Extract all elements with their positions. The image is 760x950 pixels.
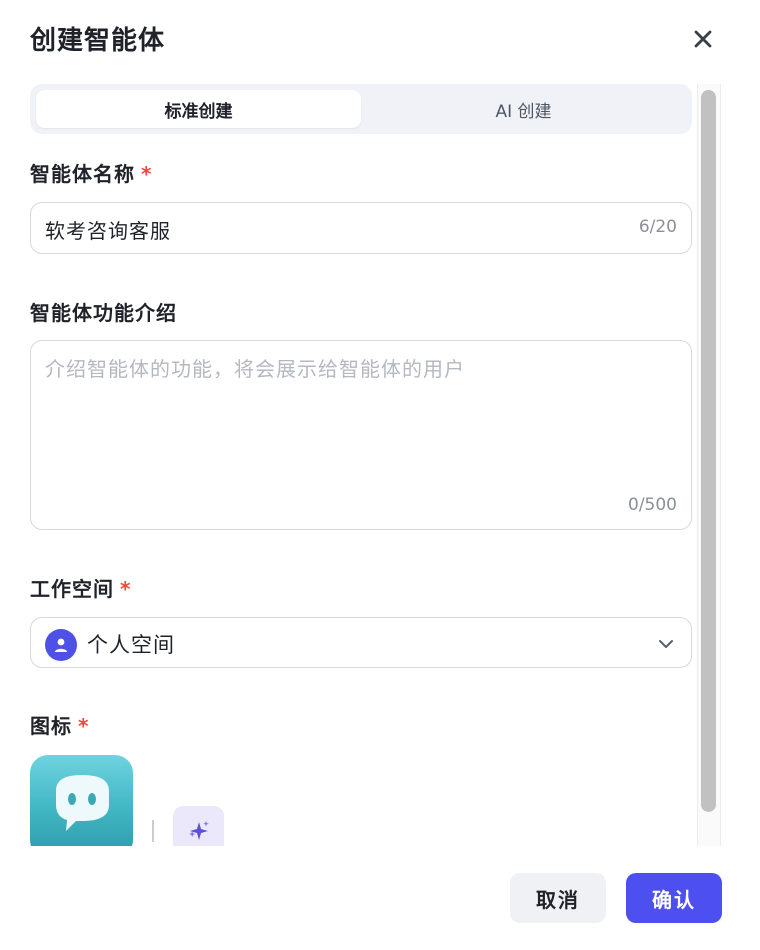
name-label-text: 智能体名称 (30, 162, 135, 186)
form-scroll-area[interactable]: 标准创建 AI 创建 智能体名称 * 软考咨询客服 6/20 智能体功能介绍 介绍… (0, 84, 722, 846)
description-placeholder: 介绍智能体的功能，将会展示给智能体的用户 (45, 357, 465, 381)
dialog-title: 创建智能体 (30, 26, 166, 56)
required-mark: * (141, 162, 153, 186)
tab-ai-create[interactable]: AI 创建 (361, 90, 686, 128)
workspace-selected-value: 个人空间 (87, 633, 175, 657)
description-char-counter: 0/500 (628, 495, 677, 515)
confirm-button[interactable]: 确认 (626, 873, 722, 923)
description-label: 智能体功能介绍 (30, 297, 177, 326)
required-mark: * (120, 577, 132, 601)
agent-name-input[interactable]: 软考咨询客服 6/20 (30, 202, 692, 254)
icon-label: 图标 * (30, 710, 89, 739)
scrollbar-thumb[interactable] (701, 90, 716, 812)
description-label-text: 智能体功能介绍 (30, 301, 177, 325)
workspace-select[interactable]: 个人空间 (30, 617, 692, 668)
create-agent-dialog: 创建智能体 标准创建 AI 创建 智能体名称 * 软考咨询客服 6/20 智能体功… (0, 0, 760, 950)
cancel-button[interactable]: 取消 (510, 873, 606, 923)
name-char-counter: 6/20 (638, 217, 677, 237)
close-button[interactable] (686, 22, 720, 56)
close-icon (694, 30, 712, 48)
user-icon (54, 638, 68, 652)
chevron-down-icon (659, 640, 673, 648)
icon-divider (152, 820, 154, 842)
workspace-label-text: 工作空间 (30, 577, 114, 601)
ai-generate-icon-button[interactable] (173, 806, 224, 846)
sparkle-icon (188, 820, 209, 840)
workspace-avatar (45, 629, 77, 661)
agent-description-textarea[interactable]: 介绍智能体的功能，将会展示给智能体的用户 0/500 (30, 340, 692, 530)
chat-bot-icon (56, 775, 109, 831)
name-label: 智能体名称 * (30, 158, 152, 187)
required-mark: * (78, 714, 90, 738)
agent-name-value: 软考咨询客服 (45, 219, 171, 243)
create-mode-tabs: 标准创建 AI 创建 (30, 84, 692, 134)
icon-label-text: 图标 (30, 714, 72, 738)
workspace-label: 工作空间 * (30, 573, 131, 602)
tab-standard-create[interactable]: 标准创建 (36, 90, 361, 128)
agent-icon-preview[interactable] (30, 755, 133, 846)
